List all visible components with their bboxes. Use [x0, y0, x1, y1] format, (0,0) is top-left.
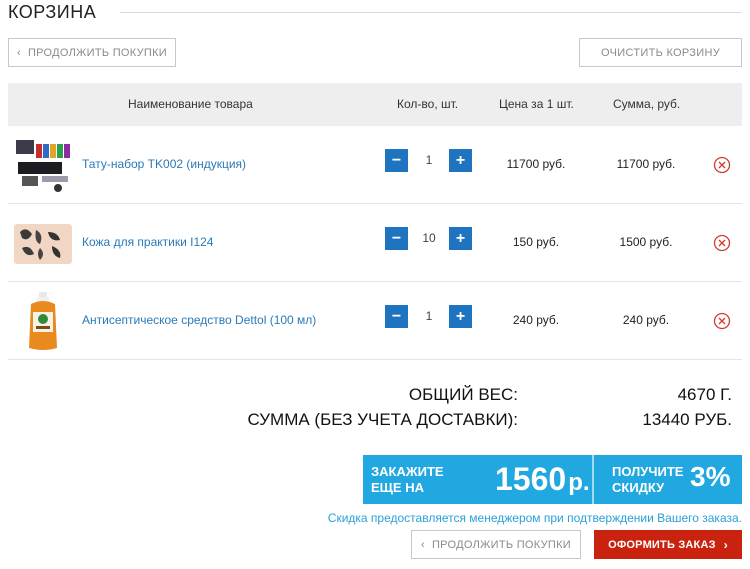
total-sum-label: Сумма (без учета доставки): — [247, 410, 518, 429]
total-weight-label: Общий вес: — [408, 385, 518, 404]
page-header: Корзина — [8, 0, 742, 24]
total-weight-value: 4670 г. — [677, 385, 732, 404]
discount-text-line1: Получите — [612, 464, 684, 479]
cart-row: Кожа для практики I124 − 10 + 150 руб. 1… — [8, 204, 742, 282]
decrease-qty-button[interactable]: − — [385, 305, 408, 328]
product-name-link[interactable]: Антисептическое средство Dettol (100 мл) — [82, 313, 316, 327]
tattoo-kit-image — [12, 134, 74, 196]
antiseptic-bottle-image — [29, 292, 57, 350]
discount-text-line2: скидку — [612, 480, 665, 495]
column-header-sum: Сумма, руб. — [613, 97, 681, 111]
clear-cart-label: Очистить корзину — [601, 46, 720, 59]
product-name-link[interactable]: Тату-набор TK002 (индукция) — [82, 157, 246, 171]
increase-qty-button[interactable]: + — [449, 227, 472, 250]
quantity-value[interactable]: 1 — [412, 309, 446, 323]
discount-promo-banner: Закажите еще на 1560р. Получите скидку 3… — [363, 455, 742, 504]
continue-shopping-button[interactable]: ‹ Продолжить покупки — [8, 38, 176, 67]
order-more-text-line1: Закажите — [371, 464, 444, 479]
title-divider — [120, 12, 742, 13]
total-sum-value: 13440 руб. — [642, 410, 732, 429]
practice-skin-image — [14, 224, 72, 264]
order-more-amount: 1560р. — [495, 461, 590, 497]
clear-cart-button[interactable]: Очистить корзину — [579, 38, 742, 67]
chevron-left-icon: ‹ — [420, 538, 425, 551]
unit-price: 11700 руб. — [506, 157, 566, 171]
discount-note: Скидка предоставляется менеджером при по… — [327, 511, 742, 525]
quantity-value[interactable]: 1 — [412, 153, 446, 167]
continue-shopping-button[interactable]: ‹ Продолжить покупки — [411, 530, 581, 559]
line-sum: 11700 руб. — [616, 157, 676, 171]
order-more-text-line2: еще на — [371, 480, 424, 495]
product-name-link[interactable]: Кожа для практики I124 — [82, 235, 213, 249]
unit-price: 150 руб. — [512, 235, 560, 249]
increase-qty-button[interactable]: + — [449, 149, 472, 172]
discount-percent: 3% — [690, 461, 731, 492]
increase-qty-button[interactable]: + — [449, 305, 472, 328]
line-sum: 240 руб. — [622, 313, 670, 327]
unit-price: 240 руб. — [512, 313, 560, 327]
remove-item-icon[interactable] — [713, 234, 731, 252]
cart-row: Антисептическое средство Dettol (100 мл)… — [8, 282, 742, 360]
remove-item-icon[interactable] — [713, 156, 731, 174]
continue-shopping-label: Продолжить покупки — [431, 538, 572, 551]
table-header: Наименование товара Кол-во, шт. Цена за … — [8, 83, 742, 126]
cart-row: Тату-набор TK002 (индукция) − 1 + 11700 … — [8, 126, 742, 204]
column-header-qty: Кол-во, шт. — [397, 97, 459, 111]
decrease-qty-button[interactable]: − — [385, 227, 408, 250]
checkout-button[interactable]: Оформить заказ › — [594, 530, 742, 559]
discount-panel: Получите скидку 3% — [592, 455, 742, 504]
quantity-value[interactable]: 10 — [412, 231, 446, 245]
column-header-name: Наименование товара — [128, 97, 253, 111]
line-sum: 1500 руб. — [619, 235, 673, 249]
chevron-right-icon: › — [723, 537, 728, 552]
checkout-label: Оформить заказ — [608, 538, 716, 551]
chevron-left-icon: ‹ — [16, 46, 21, 59]
column-header-price: Цена за 1 шт. — [499, 97, 574, 111]
remove-item-icon[interactable] — [713, 312, 731, 330]
decrease-qty-button[interactable]: − — [385, 149, 408, 172]
continue-shopping-label: Продолжить покупки — [27, 46, 168, 59]
order-more-panel: Закажите еще на 1560р. — [363, 455, 592, 504]
page-title: Корзина — [8, 2, 97, 22]
